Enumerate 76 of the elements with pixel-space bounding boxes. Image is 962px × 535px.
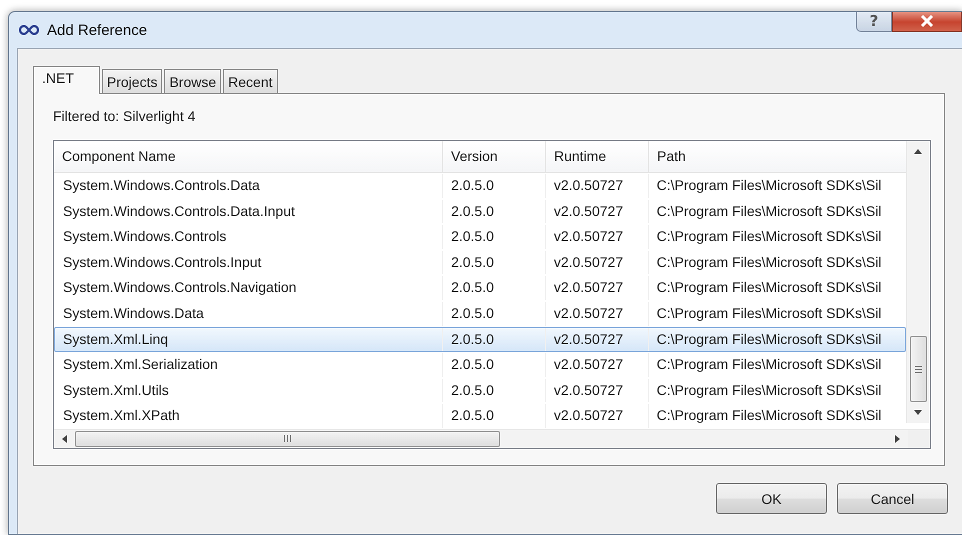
vertical-scrollbar[interactable] — [906, 141, 929, 423]
tab[interactable]: Projects — [102, 69, 162, 93]
table-cell: 2.0.5.0 — [443, 404, 546, 428]
scroll-right-icon[interactable] — [895, 434, 900, 443]
close-icon — [920, 15, 934, 27]
table-cell: v2.0.50727 — [546, 353, 649, 377]
table-row[interactable]: System.Xml.Linq 2.0.5.0 v2.0.50727 C:\Program Files\Microsoft SDKs\Sil — [54, 326, 906, 352]
tab[interactable]: Browse — [164, 69, 222, 93]
infinity-icon — [19, 25, 39, 35]
column-header[interactable]: Runtime — [546, 141, 649, 172]
table-row[interactable]: System.Xml.Utils 2.0.5.0 v2.0.50727 C:\Program Files\Microsoft SDKs\Sil — [54, 378, 906, 404]
table-cell: v2.0.50727 — [546, 302, 649, 326]
table-row[interactable]: System.Windows.Controls.Input 2.0.5.0 v2.0.50727 C:\Program Files\Microsoft SDKs\Sil — [54, 250, 906, 276]
table-cell: 2.0.5.0 — [443, 353, 546, 377]
table-cell: 2.0.5.0 — [443, 302, 546, 326]
table-cell-text: C:\Program Files\Microsoft SDKs\Sil — [656, 227, 882, 246]
table-cell: v2.0.50727 — [546, 276, 649, 300]
table-cell-text: C:\Program Files\Microsoft SDKs\Sil — [656, 278, 882, 298]
scroll-left-icon[interactable] — [62, 434, 67, 443]
table-cell: System.Windows.Controls — [55, 225, 444, 249]
table-cell: v2.0.50727 — [546, 404, 649, 428]
table-cell-text: C:\Program Files\Microsoft SDKs\Sil — [656, 202, 882, 221]
tab[interactable]: .NET — [33, 66, 100, 94]
table-cell-text: C:\Program Files\Microsoft SDKs\Sil — [656, 380, 882, 400]
table-cell: 2.0.5.0 — [443, 225, 546, 249]
table-cell: v2.0.50727 — [546, 328, 649, 352]
grip-icon — [284, 435, 291, 442]
table-row[interactable]: System.Windows.Controls.Navigation 2.0.5.0 v2.0.50727 C:\Program Files\Microsoft SDKs\Sil — [54, 275, 906, 301]
table-cell: System.Xml.Linq — [55, 328, 444, 352]
table-cell: 2.0.5.0 — [443, 250, 546, 274]
scroll-down-icon[interactable] — [914, 410, 922, 415]
window-title: Add Reference — [47, 22, 148, 38]
table-cell: System.Windows.Data — [55, 302, 444, 326]
tab[interactable]: Recent — [223, 69, 278, 93]
column-header[interactable]: Component Name — [54, 141, 443, 172]
table-cell: System.Windows.Controls.Data — [55, 174, 444, 198]
scroll-thumb[interactable] — [75, 430, 500, 447]
close-button[interactable] — [892, 12, 962, 32]
table-cell: v2.0.50727 — [546, 225, 649, 249]
table-cell: v2.0.50727 — [546, 250, 649, 274]
table-cell: System.Xml.XPath — [55, 404, 444, 428]
table-cell: System.Xml.Serialization — [55, 353, 444, 377]
table-cell: 2.0.5.0 — [443, 378, 546, 402]
help-button[interactable]: ? — [856, 12, 892, 32]
table-cell-text: C:\Program Files\Microsoft SDKs\Sil — [656, 176, 882, 195]
cancel-button[interactable]: Cancel — [837, 483, 948, 514]
ok-button[interactable]: OK — [716, 483, 827, 514]
table-row[interactable]: System.Xml.XPath 2.0.5.0 v2.0.50727 C:\Program Files\Microsoft SDKs\Sil — [54, 403, 906, 429]
column-header[interactable]: Path — [649, 141, 906, 172]
table-row[interactable]: System.Windows.Controls 2.0.5.0 v2.0.50727 C:\Program Files\Microsoft SDKs\Sil — [54, 224, 906, 250]
table-cell-text: C:\Program Files\Microsoft SDKs\Sil — [656, 355, 882, 374]
table-cell-text: C:\Program Files\Microsoft SDKs\Sil — [656, 406, 882, 426]
table-cell: 2.0.5.0 — [443, 276, 546, 300]
table-cell-text: C:\Program Files\Microsoft SDKs\Sil — [656, 330, 882, 349]
table-cell: 2.0.5.0 — [443, 328, 546, 352]
filter-label: Filtered to: Silverlight 4 — [53, 108, 196, 124]
table-cell: System.Windows.Controls.Navigation — [55, 276, 444, 300]
table-row[interactable]: System.Windows.Data 2.0.5.0 v2.0.50727 C:\Program Files\Microsoft SDKs\Sil — [54, 300, 906, 327]
table-row[interactable]: System.Windows.Controls.Data.Input 2.0.5.0 v2.0.50727 C:\Program Files\Microsoft SDKs\Sil — [54, 198, 906, 224]
table-cell-text: C:\Program Files\Microsoft SDKs\Sil — [656, 304, 882, 323]
scroll-thumb[interactable] — [910, 336, 926, 402]
table-cell: v2.0.50727 — [546, 174, 649, 198]
horizontal-scrollbar[interactable] — [54, 428, 930, 448]
table-cell: v2.0.50727 — [546, 200, 649, 224]
table-cell-text: C:\Program Files\Microsoft SDKs\Sil — [656, 252, 882, 272]
scroll-up-icon[interactable] — [914, 149, 922, 154]
table-row[interactable]: System.Xml.Serialization 2.0.5.0 v2.0.50727 C:\Program Files\Microsoft SDKs\Sil — [54, 352, 906, 378]
table-cell: System.Xml.Utils — [55, 378, 444, 402]
table-cell: System.Windows.Controls.Input — [55, 250, 444, 274]
table-cell: 2.0.5.0 — [443, 174, 546, 198]
table-cell: 2.0.5.0 — [443, 200, 546, 224]
table-cell: System.Windows.Controls.Data.Input — [55, 200, 444, 224]
column-header[interactable]: Version — [443, 141, 546, 172]
grip-icon — [914, 366, 922, 372]
table-cell: v2.0.50727 — [546, 378, 649, 402]
table-row[interactable]: System.Windows.Controls.Data 2.0.5.0 v2.0.50727 C:\Program Files\Microsoft SDKs\Sil — [54, 173, 906, 199]
